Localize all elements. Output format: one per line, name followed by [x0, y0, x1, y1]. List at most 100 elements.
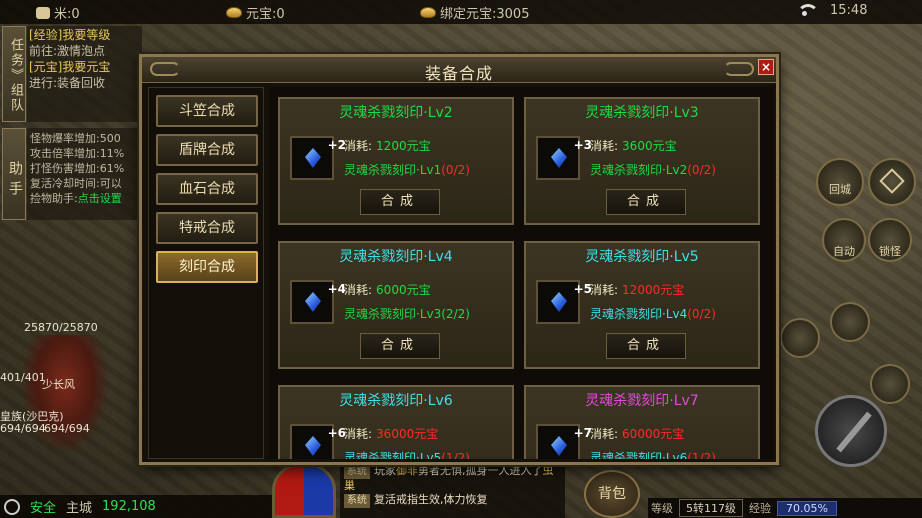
- skill-button[interactable]: [780, 318, 820, 358]
- dialog-title-bar: 装备合成 ×: [142, 57, 776, 83]
- cost-line: 消耗: 36000元宝: [344, 425, 438, 442]
- exp-value: 70.05%: [777, 500, 837, 516]
- helper-label: 捡物助手:: [30, 192, 78, 205]
- helper-value: 11%: [99, 147, 125, 160]
- close-button[interactable]: ×: [758, 59, 774, 75]
- cost-value: 3600元宝: [622, 139, 677, 153]
- yuanbao-icon: [226, 7, 242, 18]
- material-line: 灵魂杀戮刻印·Lv1(0/2): [344, 161, 470, 178]
- return-city-button[interactable]: 回城: [816, 158, 864, 206]
- player-character: [20, 335, 110, 455]
- helper-line: 攻击倍率增加:11%: [30, 146, 139, 161]
- pickup-settings-link[interactable]: 点击设置: [78, 192, 122, 205]
- map-name: 主城: [66, 501, 93, 516]
- hp-mp-orb: [272, 462, 336, 518]
- helper-line: 复活冷却时间:可以: [30, 176, 139, 191]
- settings-icon[interactable]: [4, 498, 20, 515]
- cost-label: 消耗:: [590, 427, 619, 441]
- task-line[interactable]: [经验]我要等级: [29, 27, 140, 43]
- cost-value: 36000元宝: [376, 427, 439, 441]
- tab-shield-synthesis[interactable]: 盾牌合成: [156, 134, 258, 166]
- helper-line: 打怪伤害增加:61%: [30, 161, 139, 176]
- helper-label: 攻击倍率增加:: [30, 147, 100, 160]
- rice-counter: 米:0: [36, 3, 80, 22]
- synthesize-button[interactable]: 合成: [360, 189, 440, 215]
- bound-yuanbao-value: 绑定元宝:3005: [440, 7, 530, 22]
- wifi-icon: [797, 4, 819, 18]
- chat-tag: 系统: [344, 494, 370, 508]
- grid-icon: [879, 168, 905, 194]
- chat-text: 勇者无惧,孤身一人进入了: [418, 464, 543, 477]
- level-value: 5转117级: [679, 499, 743, 517]
- task-team-tab[interactable]: 任务》组队: [2, 26, 26, 122]
- safe-zone-label: 安全: [30, 501, 57, 516]
- gem-icon: [551, 436, 567, 456]
- helper-tab[interactable]: 助手: [2, 128, 26, 220]
- chat-tag: 系统: [344, 465, 370, 479]
- recipe-title: 灵魂杀戮刻印·Lv4: [339, 249, 453, 265]
- tab-bloodstone-synthesis[interactable]: 血石合成: [156, 173, 258, 205]
- skill-button[interactable]: [830, 302, 870, 342]
- helper-value: 可以: [99, 177, 122, 190]
- material-name: 灵魂杀戮刻印·Lv4: [590, 307, 688, 321]
- recipe-title: 灵魂杀戮刻印·Lv6: [339, 393, 453, 409]
- chat-box[interactable]: 系统 玩家御非勇者无惧,孤身一人进入了虫巢 系统 复活戒指生效,体力恢复: [340, 463, 565, 518]
- chat-player-name[interactable]: 御非: [396, 464, 418, 477]
- item-slot[interactable]: +6: [290, 424, 346, 459]
- task-line[interactable]: [元宝]我要元宝: [29, 59, 140, 75]
- attack-button[interactable]: [815, 395, 887, 467]
- item-slot[interactable]: +3: [536, 136, 592, 180]
- material-name: 灵魂杀戮刻印·Lv3: [344, 307, 442, 321]
- synthesize-button[interactable]: 合成: [360, 333, 440, 359]
- material-line: 灵魂杀戮刻印·Lv2(0/2): [590, 161, 716, 178]
- item-slot[interactable]: +2: [290, 136, 346, 180]
- material-line: 灵魂杀戮刻印·Lv5(1/2): [344, 449, 470, 459]
- material-count: (1/2): [441, 451, 470, 459]
- item-slot[interactable]: +5: [536, 280, 592, 324]
- item-slot[interactable]: +7: [536, 424, 592, 459]
- item-slot[interactable]: +4: [290, 280, 346, 324]
- skill-grid-button[interactable]: [868, 158, 916, 206]
- recipe-card: 灵魂杀戮刻印·Lv4 +4 消耗: 6000元宝 灵魂杀戮刻印·Lv3(2/2) …: [278, 241, 514, 369]
- recipe-title: 灵魂杀戮刻印·Lv7: [585, 393, 699, 409]
- material-line: 灵魂杀戮刻印·Lv6(1/2): [590, 449, 716, 459]
- tab-special-ring-synthesis[interactable]: 特戒合成: [156, 212, 258, 244]
- gem-icon: [305, 292, 321, 312]
- mob-hp: 694/694: [0, 422, 46, 435]
- skill-button[interactable]: [870, 364, 910, 404]
- helper-label: 怪物爆率增加:: [30, 132, 100, 145]
- clock: 15:48: [830, 3, 867, 18]
- level-label: 等级: [651, 502, 673, 515]
- recipe-card: 灵魂杀戮刻印·Lv3 +3 消耗: 3600元宝 灵魂杀戮刻印·Lv2(0/2) …: [524, 97, 760, 225]
- chat-line: 系统 玩家御非勇者无惧,孤身一人进入了虫巢: [344, 464, 561, 493]
- helper-label: 复活冷却时间:: [30, 177, 100, 190]
- material-count: (0/2): [687, 163, 716, 177]
- material-name: 灵魂杀戮刻印·Lv1: [344, 163, 442, 177]
- tab-hat-synthesis[interactable]: 斗笠合成: [156, 95, 258, 127]
- recipe-card: 灵魂杀戮刻印·Lv5 +5 消耗: 12000元宝 灵魂杀戮刻印·Lv4(0/2)…: [524, 241, 760, 369]
- cost-value: 12000元宝: [622, 283, 685, 297]
- cost-value: 1200元宝: [376, 139, 431, 153]
- tab-seal-synthesis[interactable]: 刻印合成: [156, 251, 258, 283]
- cost-line: 消耗: 1200元宝: [344, 137, 431, 154]
- cost-value: 60000元宝: [622, 427, 685, 441]
- player-hp: 25870/25870: [24, 321, 98, 334]
- bound-yuanbao-counter: 绑定元宝:3005: [420, 3, 529, 22]
- task-line: 进行:装备回收: [29, 76, 106, 90]
- bag-button[interactable]: 背包: [584, 470, 640, 518]
- category-sidebar: 斗笠合成 盾牌合成 血石合成 特戒合成 刻印合成: [148, 87, 264, 459]
- helper-value: 61%: [99, 162, 125, 175]
- lock-target-button[interactable]: 锁怪: [868, 218, 912, 262]
- yuanbao-counter: 元宝:0: [226, 3, 285, 22]
- chat-text: 玩家: [374, 464, 396, 477]
- recipe-card: 灵魂杀戮刻印·Lv7 +7 消耗: 60000元宝 灵魂杀戮刻印·Lv6(1/2)…: [524, 385, 760, 459]
- chat-text: 复活戒指生效,体力恢复: [374, 493, 488, 506]
- recipe-card: 灵魂杀戮刻印·Lv6 +6 消耗: 36000元宝 灵魂杀戮刻印·Lv5(1/2)…: [278, 385, 514, 459]
- auto-fight-button[interactable]: 自动: [822, 218, 866, 262]
- cost-label: 消耗:: [344, 139, 373, 153]
- synthesize-button[interactable]: 合成: [606, 333, 686, 359]
- cost-line: 消耗: 60000元宝: [590, 425, 684, 442]
- recipe-list[interactable]: 灵魂杀戮刻印·Lv2 +2 消耗: 1200元宝 灵魂杀戮刻印·Lv1(0/2) …: [269, 87, 774, 459]
- task-panel[interactable]: [经验]我要等级 前往:激情泡点 [元宝]我要元宝 进行:装备回收: [27, 26, 142, 122]
- synthesize-button[interactable]: 合成: [606, 189, 686, 215]
